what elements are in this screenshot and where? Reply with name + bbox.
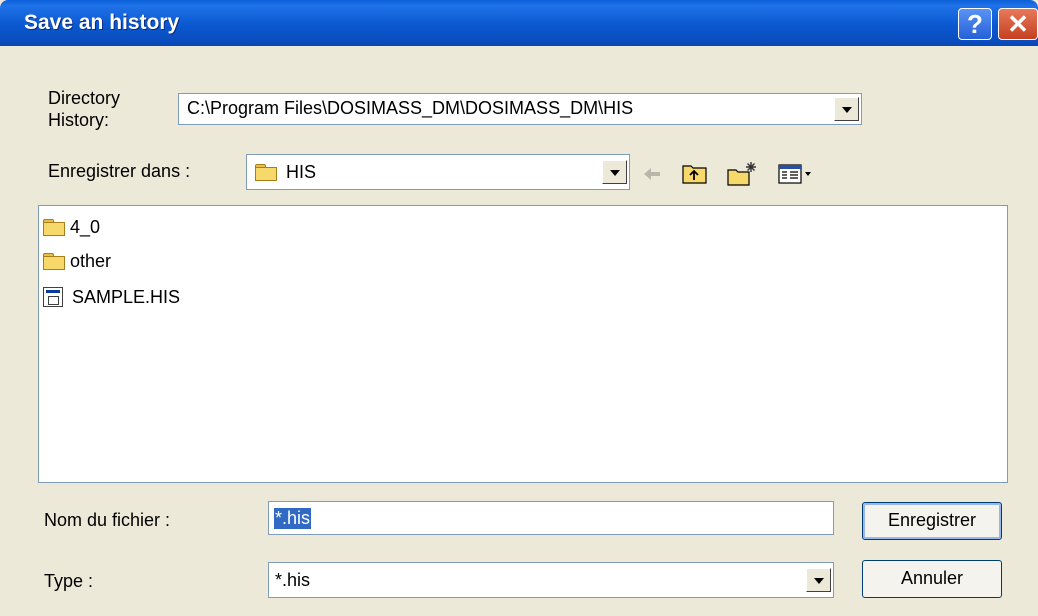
chevron-down-icon[interactable] — [806, 568, 831, 592]
back-arrow-icon[interactable] — [638, 160, 666, 188]
chevron-down-icon[interactable] — [834, 97, 859, 121]
filetype-label: Type : — [44, 571, 94, 591]
file-name: 4_0 — [70, 216, 101, 237]
list-item[interactable]: SAMPLE.HIS — [43, 286, 180, 310]
up-folder-icon[interactable] — [680, 160, 710, 188]
file-list[interactable]: 4_0 other SAMPLE.HIS — [38, 205, 1008, 483]
cancel-button[interactable]: Annuler — [862, 560, 1002, 598]
dialog-title: Save an history — [24, 11, 180, 34]
history-file-icon — [43, 287, 63, 308]
save-in-current: HIS — [255, 161, 316, 183]
new-folder-icon[interactable] — [725, 160, 759, 188]
filename-value: *.his — [274, 508, 312, 529]
filetype-combo[interactable]: *.his — [268, 562, 834, 598]
folder-icon — [43, 218, 65, 236]
save-in-combo[interactable]: HIS — [246, 154, 630, 190]
list-item[interactable]: 4_0 — [43, 216, 100, 240]
save-in-label: Enregistrer dans : — [48, 161, 191, 181]
close-button[interactable]: ✕ — [998, 8, 1038, 40]
directory-history-label-line2: History: — [48, 110, 110, 130]
save-in-value: HIS — [286, 161, 317, 182]
save-dialog: Save an history ? ✕ Directory History: C… — [0, 0, 1038, 616]
directory-history-combo[interactable]: C:\Program Files\DOSIMASS_DM\DOSIMASS_DM… — [178, 93, 862, 125]
filename-label: Nom du fichier : — [44, 510, 171, 530]
filetype-value: *.his — [275, 570, 311, 590]
file-name: SAMPLE.HIS — [72, 286, 181, 307]
directory-history-value: C:\Program Files\DOSIMASS_DM\DOSIMASS_DM… — [187, 98, 634, 118]
directory-history-label-line1: Directory — [48, 88, 121, 108]
view-menu-icon[interactable] — [776, 160, 824, 188]
save-button[interactable]: Enregistrer — [862, 502, 1002, 540]
title-bar[interactable]: Save an history ? ✕ — [0, 0, 1038, 46]
help-button[interactable]: ? — [958, 8, 992, 40]
filename-input[interactable]: *.his — [268, 501, 834, 535]
list-item[interactable]: other — [43, 250, 111, 274]
directory-history-label: Directory History: — [48, 87, 120, 131]
chevron-down-icon[interactable] — [602, 160, 627, 184]
folder-icon — [43, 252, 65, 270]
folder-icon — [255, 163, 277, 181]
file-name: other — [70, 250, 112, 271]
